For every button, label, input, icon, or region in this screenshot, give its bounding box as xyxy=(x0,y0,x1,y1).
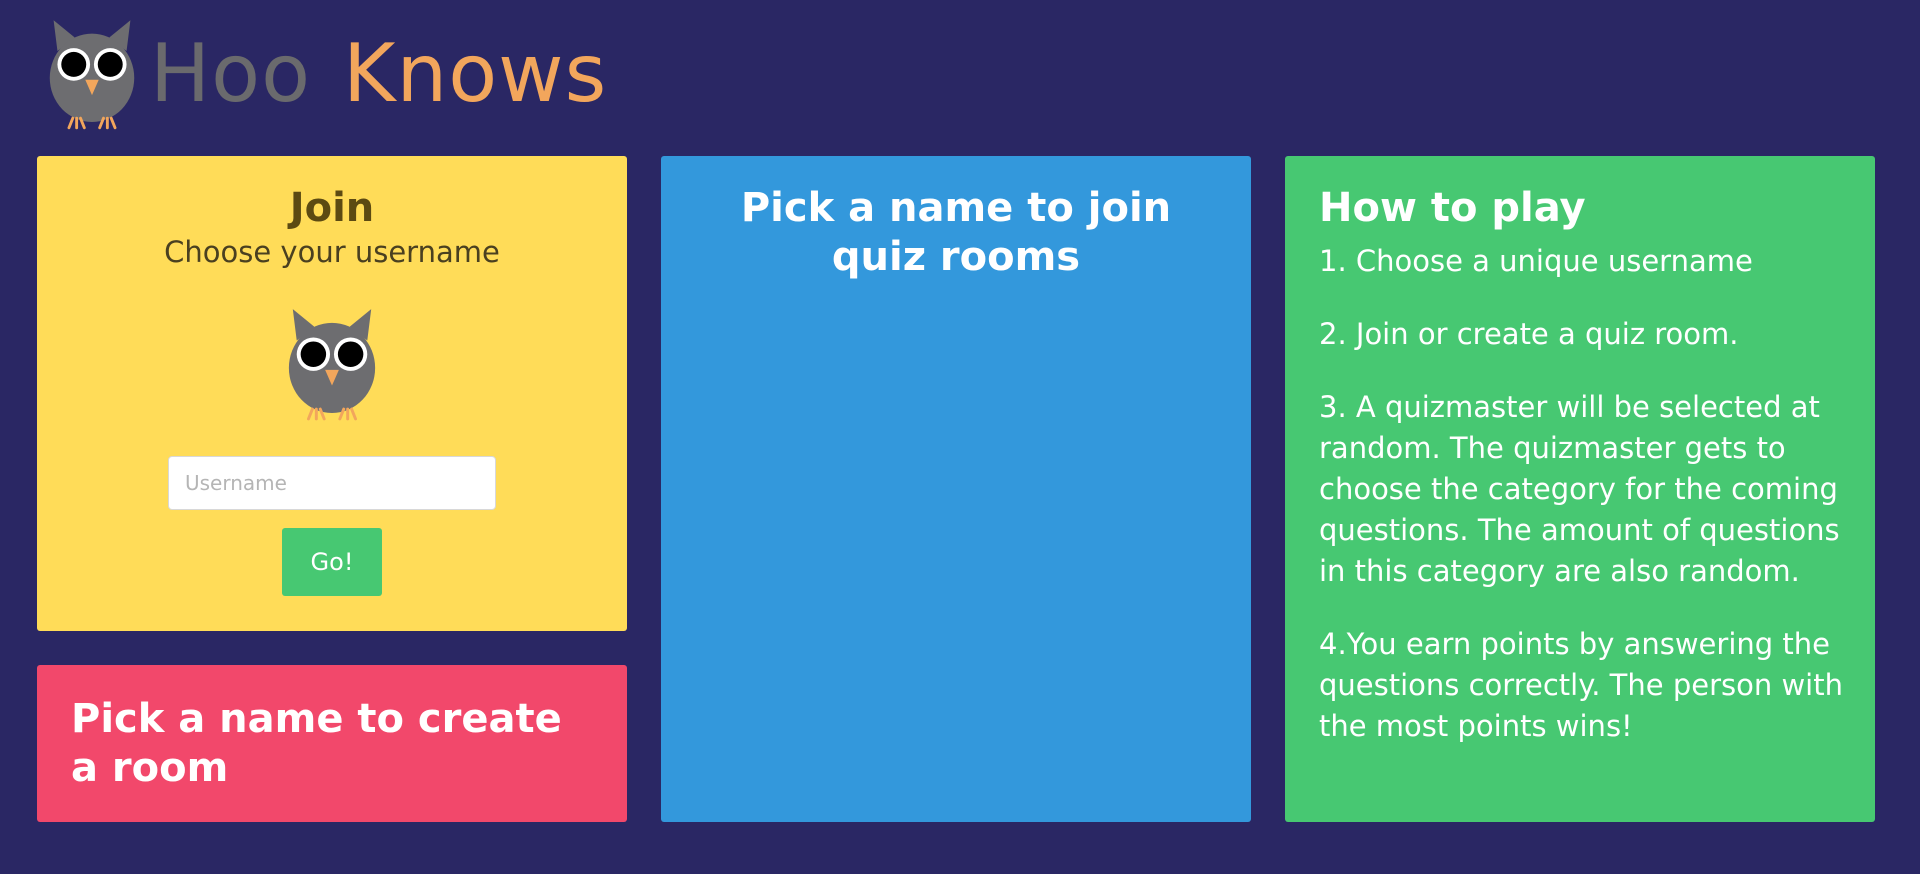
owl-mascot-icon xyxy=(288,309,376,421)
how-to-play-steps: 1. Choose a unique username 2. Join or c… xyxy=(1319,241,1845,747)
how-to-play-title: How to play xyxy=(1319,185,1586,231)
join-card: Join Choose your username Go! xyxy=(37,156,627,631)
create-room-title: Pick a name to create a room xyxy=(71,696,562,791)
how-to-play-step: 3. A quizmaster will be selected at rand… xyxy=(1319,389,1840,588)
app-title-hoo: Hoo xyxy=(150,27,312,120)
owl-logo-icon xyxy=(49,20,135,130)
quiz-rooms-title: Pick a name to join quiz rooms xyxy=(740,185,1172,280)
go-button[interactable]: Go! xyxy=(282,528,382,597)
create-room-card: Pick a name to create a room xyxy=(37,665,627,822)
how-to-play-step: 1. Choose a unique username xyxy=(1319,243,1753,278)
how-to-play-step: 4.You earn points by answering the quest… xyxy=(1319,626,1843,743)
quiz-rooms-card: Pick a name to join quiz rooms xyxy=(661,156,1251,822)
join-title: Join xyxy=(289,185,375,231)
how-to-play-card: How to play 1. Choose a unique username … xyxy=(1285,156,1875,822)
app-header: Hoo Knows xyxy=(44,18,607,130)
app-title: Hoo Knows xyxy=(150,34,607,114)
how-to-play-step: 2. Join or create a quiz room. xyxy=(1319,316,1739,351)
app-title-knows: Knows xyxy=(343,27,608,120)
join-subtitle: Choose your username xyxy=(164,235,500,269)
username-input[interactable] xyxy=(168,456,496,511)
